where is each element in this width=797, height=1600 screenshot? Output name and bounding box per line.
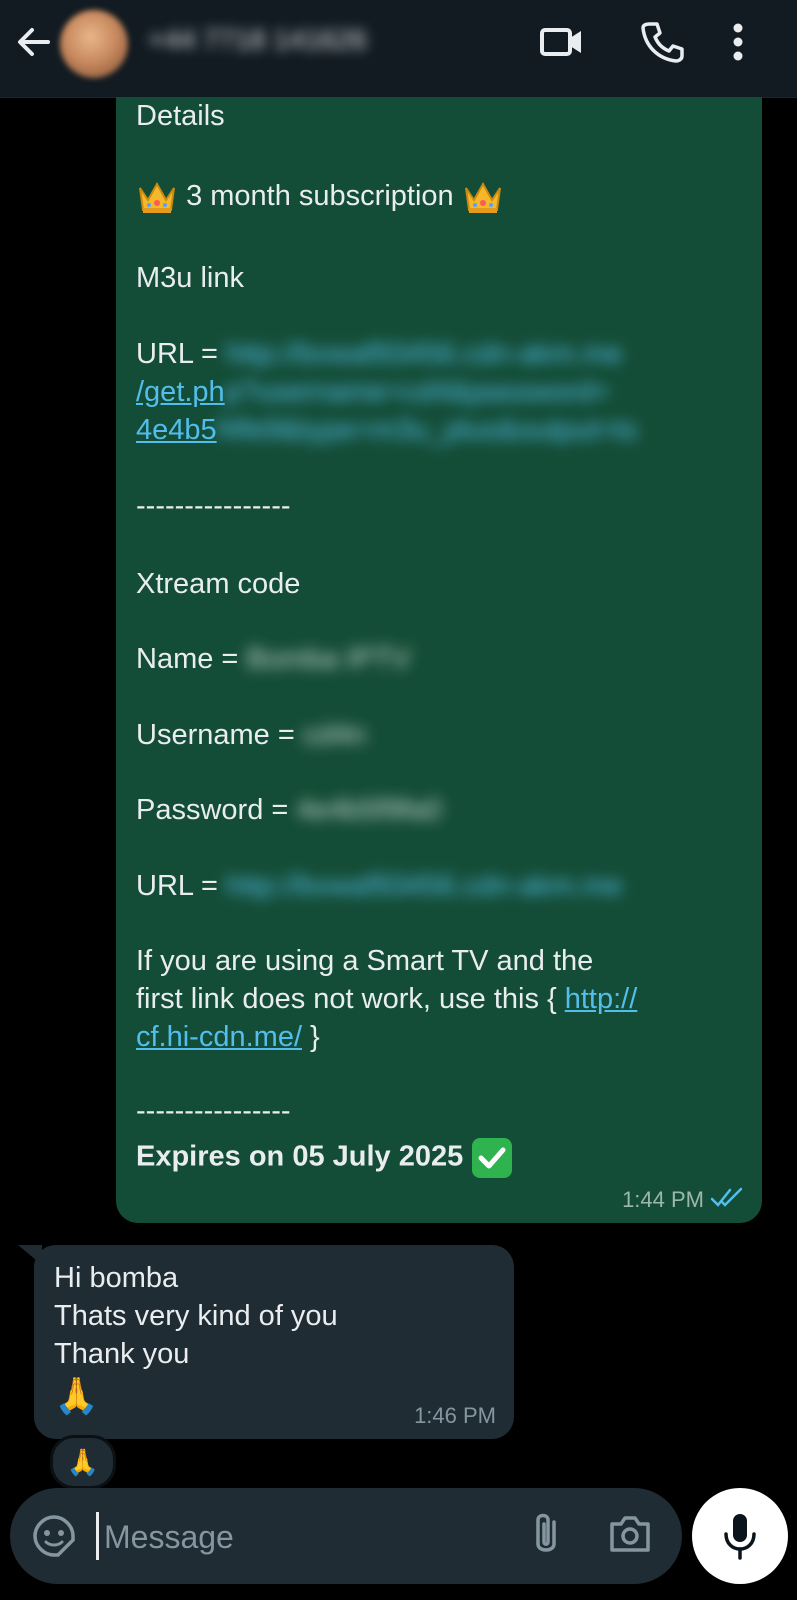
message-composer xyxy=(10,1488,682,1584)
password-blurred: 4e4b5f9fa0 xyxy=(296,794,442,826)
url-blurred[interactable]: f4fe9&type=m3u_plus&output=ts xyxy=(217,411,638,449)
message-time: 1:46 PM xyxy=(414,1403,496,1428)
crown-icon xyxy=(139,182,175,214)
avatar[interactable] xyxy=(60,10,128,78)
smarttv-link[interactable]: cf.hi-cdn.me/ xyxy=(136,1021,302,1053)
subscription-text: 3 month subscription xyxy=(186,180,454,212)
message-line-url[interactable]: URL = http://bvwaf93456.cdn-akm.me xyxy=(136,335,623,373)
smarttv-link[interactable]: http:// xyxy=(565,983,638,1015)
message-line-m3u: M3u link xyxy=(136,262,244,294)
message-line-details: Details xyxy=(136,100,225,132)
chat-header: +44 7718 141626 xyxy=(0,0,797,98)
expires-text: Expires on 05 July 2025 xyxy=(136,1140,464,1173)
message-time: 1:44 PM xyxy=(622,1187,704,1212)
url-blurred[interactable]: http://bvwaf93456.cdn-akm.me xyxy=(226,335,623,373)
incoming-text: Hi bomba Thats very kind of you Thank yo… xyxy=(54,1259,338,1419)
message-input[interactable] xyxy=(102,1510,466,1564)
url-link-part[interactable]: 4e4b5 xyxy=(136,414,217,446)
text-cursor xyxy=(96,1512,99,1560)
sticker-icon[interactable] xyxy=(32,1514,76,1558)
video-call-icon[interactable] xyxy=(540,20,584,64)
message-line-url-3[interactable]: 4e4b5f4fe9&type=m3u_plus&output=ts xyxy=(136,411,637,449)
mic-icon xyxy=(724,1514,756,1560)
username-blurred: cd4n xyxy=(302,719,366,751)
username-label: Username = xyxy=(136,719,303,751)
folded-hands-icon: 🙏 xyxy=(54,1375,99,1416)
message-line-smarttv-1: If you are using a Smart TV and the xyxy=(136,945,594,977)
message-line-subscription: 3 month subscription xyxy=(136,177,504,216)
url2-label: URL = xyxy=(136,870,226,902)
url-link-part[interactable]: /get.ph xyxy=(136,376,225,408)
camera-icon[interactable] xyxy=(608,1512,652,1556)
message-line-password: Password = 4e4b5f9fa0 xyxy=(136,791,442,829)
contact-name[interactable]: +44 7718 141626 xyxy=(148,24,367,56)
url-blurred[interactable]: p?username=cd4&password= xyxy=(225,373,610,411)
url-label: URL = xyxy=(136,338,226,370)
crown-icon xyxy=(464,182,501,214)
attach-icon[interactable] xyxy=(524,1508,568,1560)
smarttv-suffix: } xyxy=(302,1021,320,1053)
url2-blurred[interactable]: http://bvwaf93456.cdn-akm.me xyxy=(226,867,623,905)
message-line-smarttv-3[interactable]: cf.hi-cdn.me/ } xyxy=(136,1018,320,1056)
message-line-smarttv-2[interactable]: first link does not work, use this { htt… xyxy=(136,980,637,1018)
divider: ---------------- xyxy=(136,1095,291,1127)
password-label: Password = xyxy=(136,794,297,826)
double-tick-icon xyxy=(710,1187,743,1207)
message-line-url-2[interactable]: /get.php?username=cd4&password= xyxy=(136,373,610,411)
name-blurred: Bomba IPTV xyxy=(246,643,411,675)
divider: ---------------- xyxy=(136,490,291,522)
back-arrow-icon[interactable] xyxy=(14,22,54,62)
reaction-badge[interactable]: 🙏 xyxy=(50,1435,116,1489)
message-line-username: Username = cd4n xyxy=(136,716,366,754)
incoming-line: Thats very kind of you xyxy=(54,1300,338,1332)
message-line-url2[interactable]: URL = http://bvwaf93456.cdn-akm.me xyxy=(136,867,623,905)
smarttv-text: first link does not work, use this { xyxy=(136,983,565,1015)
incoming-message[interactable]: Hi bomba Thats very kind of you Thank yo… xyxy=(34,1245,514,1439)
chat-area[interactable]: Details 3 month subscription M3u link UR… xyxy=(0,97,797,1489)
incoming-line: Thank you xyxy=(54,1338,190,1370)
outgoing-message[interactable]: Details 3 month subscription M3u link UR… xyxy=(116,97,762,1223)
name-label: Name = xyxy=(136,643,247,675)
mic-button[interactable] xyxy=(692,1488,788,1584)
folded-hands-icon: 🙏 xyxy=(66,1446,100,1477)
message-line-xtream: Xtream code xyxy=(136,568,301,600)
incoming-line: Hi bomba xyxy=(54,1262,179,1294)
more-vert-icon[interactable] xyxy=(732,20,744,64)
message-line-name: Name = Bomba IPTV xyxy=(136,640,411,678)
phone-icon[interactable] xyxy=(640,20,684,64)
message-line-expires: Expires on 05 July 2025 xyxy=(136,1137,513,1179)
check-mark-icon xyxy=(472,1138,513,1178)
